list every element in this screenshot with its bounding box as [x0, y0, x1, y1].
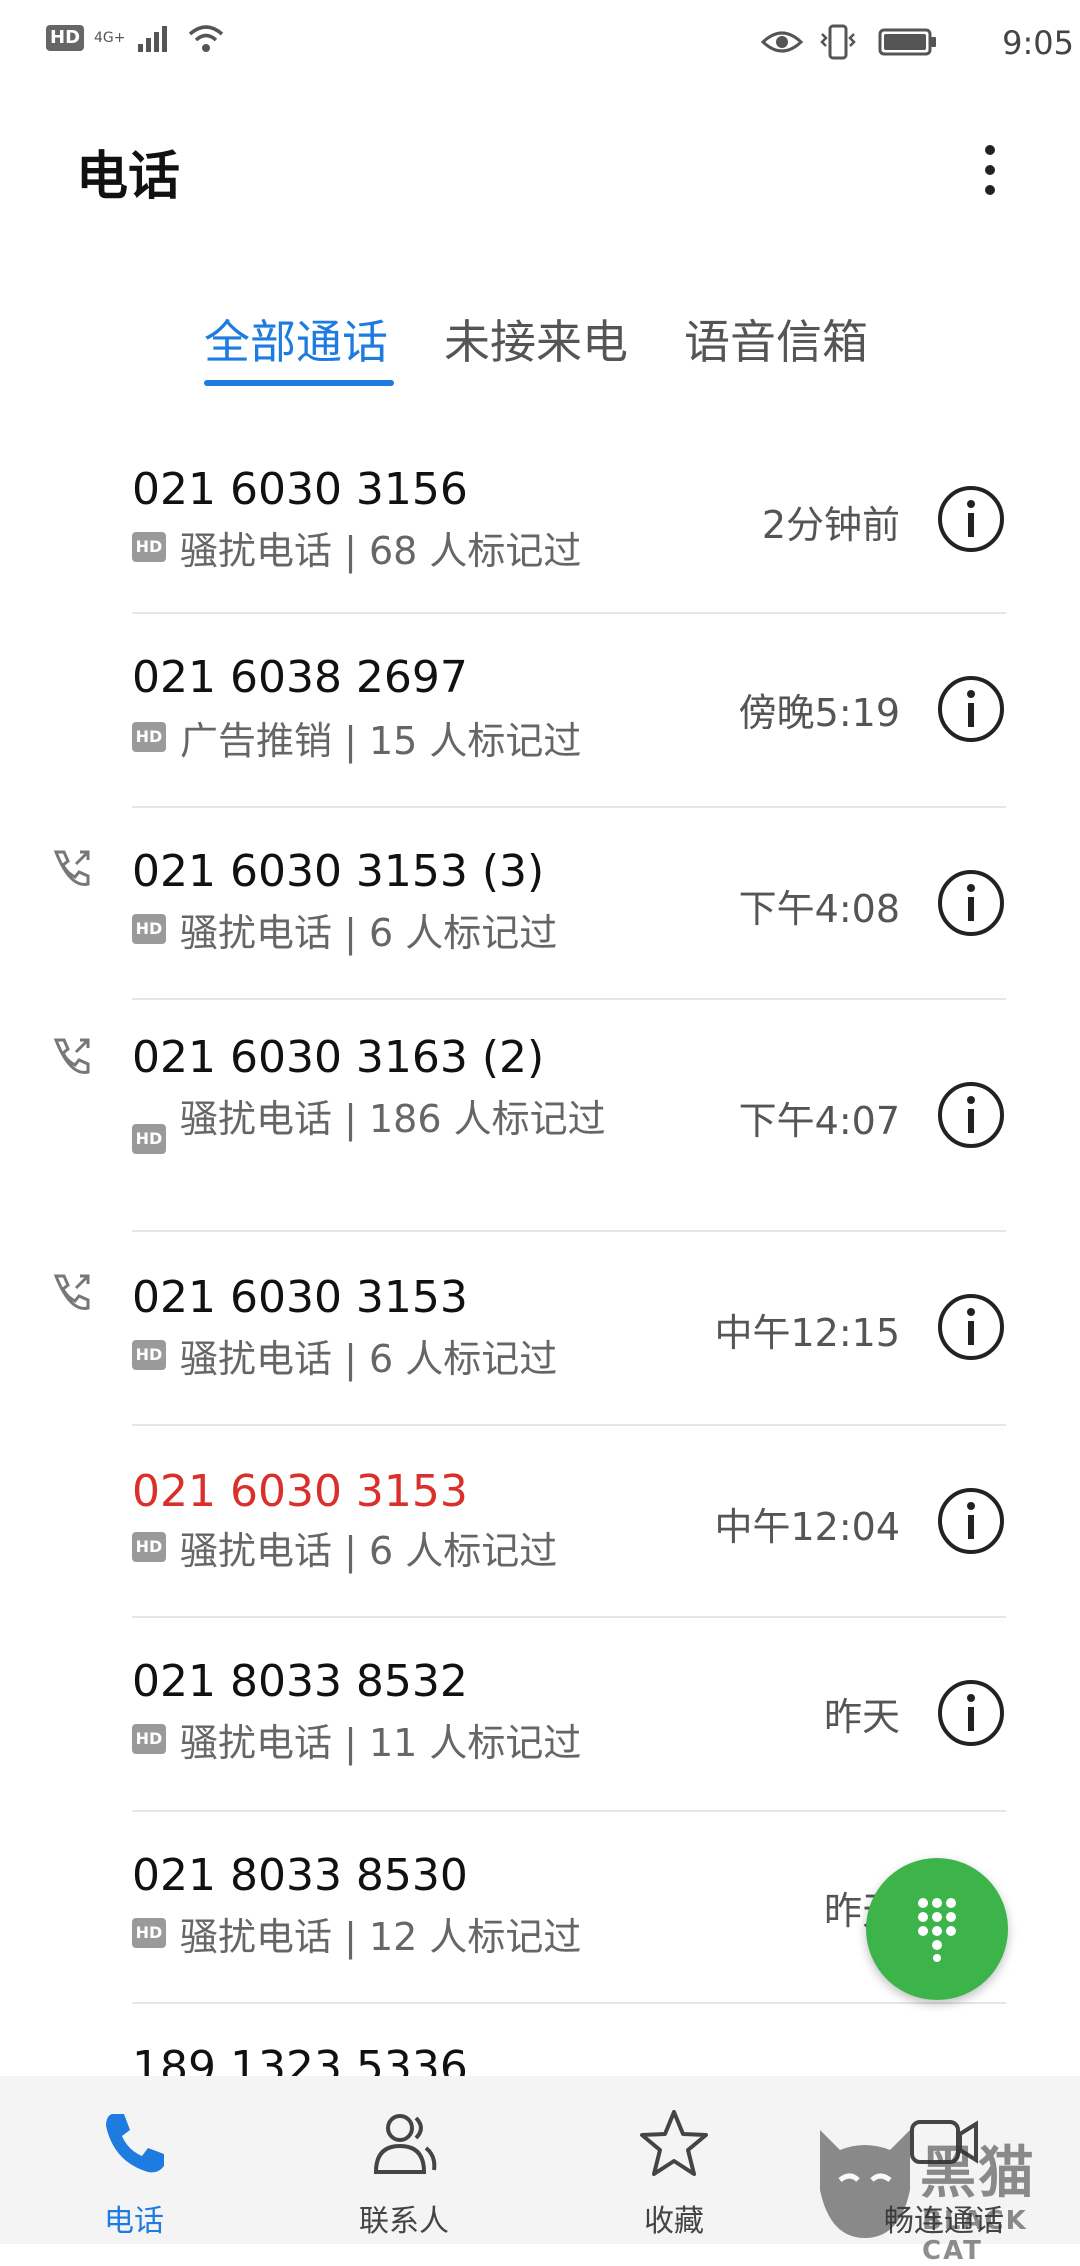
active-tab-indicator	[204, 380, 394, 386]
status-left: HD 4G+	[46, 22, 226, 54]
call-tag: HD 骚扰电话 | 12 人标记过	[132, 1910, 610, 1964]
call-row[interactable]: 021 8033 8532 HD 骚扰电话 | 11 人标记过 昨天	[0, 1618, 1080, 1812]
call-row[interactable]: 021 6030 3153 HD 骚扰电话 | 6 人标记过 中午12:04	[0, 1426, 1080, 1618]
hd-call-icon: HD	[132, 532, 166, 562]
hd-call-icon: HD	[132, 1340, 166, 1370]
nav-label: 电话	[104, 2204, 164, 2239]
battery-icon	[878, 28, 936, 56]
status-right: 9:05	[760, 20, 1080, 64]
info-icon[interactable]	[936, 868, 1006, 938]
info-icon[interactable]	[936, 1486, 1006, 1556]
tab-all-calls[interactable]: 全部通话	[204, 306, 388, 372]
call-time: 2分钟前	[761, 503, 900, 547]
call-log-list[interactable]: 021 6030 3156 HD 骚扰电话 | 68 人标记过 2分钟前 021…	[0, 424, 1080, 2093]
tab-voicemail[interactable]: 语音信箱	[684, 306, 868, 372]
nav-contacts[interactable]: 联系人	[294, 2076, 514, 2244]
call-tag-text: 骚扰电话 | 6 人标记过	[180, 911, 558, 955]
call-tag-text: 广告推销 | 15 人标记过	[180, 719, 582, 763]
call-row[interactable]: 021 6038 2697 HD 广告推销 | 15 人标记过 傍晚5:19	[0, 614, 1080, 808]
call-tag-text: 骚扰电话 | 186 人标记过	[180, 1097, 606, 1141]
nav-phone[interactable]: 电话	[24, 2076, 244, 2244]
watermark-logo: 黑猫 BLACK CAT	[810, 2120, 1080, 2266]
hd-call-icon: HD	[132, 914, 166, 944]
nav-label: 收藏	[644, 2204, 704, 2239]
phone-icon	[106, 2114, 164, 2173]
call-time: 中午12:15	[714, 1311, 900, 1355]
call-tag-text: 骚扰电话 | 12 人标记过	[180, 1915, 582, 1959]
call-time: 下午4:08	[738, 887, 900, 931]
wifi-icon	[188, 25, 223, 52]
info-icon[interactable]	[936, 674, 1006, 744]
nav-label: 联系人	[359, 2204, 449, 2239]
watermark-text: 黑猫	[920, 2141, 1036, 2206]
info-icon[interactable]	[936, 484, 1006, 554]
hd-call-icon: HD	[132, 722, 166, 752]
outgoing-call-icon	[53, 1274, 90, 1310]
call-number: 021 6030 3153	[132, 1272, 468, 1323]
call-number: 021 6038 2697	[132, 652, 468, 703]
page-title: 电话	[76, 147, 181, 207]
call-time: 中午12:04	[714, 1505, 900, 1549]
outgoing-call-icon	[53, 850, 90, 886]
hd-indicator: HD	[46, 25, 85, 51]
call-number: 021 6030 3156	[132, 464, 468, 515]
call-time: 傍晚5:19	[738, 691, 900, 735]
status-time: 9:05	[1002, 24, 1074, 62]
call-tag: HD 广告推销 | 15 人标记过	[132, 714, 610, 768]
call-number: 021 8033 8532	[132, 1656, 468, 1707]
info-icon[interactable]	[936, 1678, 1006, 1748]
call-row[interactable]: 021 6030 3153 (3) HD 骚扰电话 | 6 人标记过 下午4:0…	[0, 808, 1080, 1000]
status-bar: HD 4G+ 9:05	[0, 0, 1080, 84]
call-tag: HD 骚扰电话 | 11 人标记过	[132, 1716, 610, 1770]
watermark-subtext: BLACK CAT	[922, 2206, 1028, 2266]
call-tag: HD 骚扰电话 | 6 人标记过	[132, 906, 610, 960]
call-tag-text: 骚扰电话 | 68 人标记过	[180, 529, 582, 573]
tab-missed-calls[interactable]: 未接来电	[444, 306, 628, 372]
call-number: 021 6030 3163 (2)	[132, 1032, 545, 1083]
contacts-icon	[373, 2114, 437, 2174]
call-row[interactable]: 021 6030 3153 HD 骚扰电话 | 6 人标记过 中午12:15	[0, 1232, 1080, 1426]
network-type: 4G+	[94, 30, 126, 46]
star-icon	[640, 2110, 708, 2176]
outgoing-call-icon	[53, 1038, 90, 1074]
more-vertical-icon[interactable]	[970, 140, 1010, 200]
nav-favorites[interactable]: 收藏	[564, 2076, 784, 2244]
call-row[interactable]: 021 6030 3163 (2) HD 骚扰电话 | 186 人标记过 下午4…	[0, 1000, 1080, 1232]
dialpad-icon	[918, 1898, 956, 1962]
call-row[interactable]: 021 6030 3156 HD 骚扰电话 | 68 人标记过 2分钟前	[0, 424, 1080, 614]
hd-call-icon: HD	[132, 1124, 166, 1154]
call-tag: HD 骚扰电话 | 68 人标记过	[132, 524, 610, 578]
call-tag: HD 骚扰电话 | 186 人标记过	[132, 1092, 610, 1154]
call-tag-text: 骚扰电话 | 11 人标记过	[180, 1721, 582, 1765]
eye-comfort-icon	[760, 31, 804, 53]
info-icon[interactable]	[936, 1080, 1006, 1150]
call-number-missed: 021 6030 3153	[132, 1466, 468, 1517]
vibrate-icon	[820, 24, 856, 60]
call-tag-text: 骚扰电话 | 6 人标记过	[180, 1337, 558, 1381]
call-tag-text: 骚扰电话 | 6 人标记过	[180, 1529, 558, 1573]
call-tag: HD 骚扰电话 | 6 人标记过	[132, 1524, 610, 1578]
call-tabs: 全部通话 未接来电 语音信箱	[0, 306, 1080, 396]
hd-call-icon: HD	[132, 1532, 166, 1562]
dialpad-button[interactable]	[866, 1858, 1008, 2000]
info-icon[interactable]	[936, 1292, 1006, 1362]
call-number: 021 6030 3153 (3)	[132, 846, 545, 897]
signal-icon	[137, 26, 167, 52]
call-time: 下午4:07	[738, 1099, 900, 1143]
cat-logo-icon	[820, 2130, 910, 2238]
call-row[interactable]: 189 1323 5336	[0, 2004, 1080, 2093]
call-time: 昨天	[823, 1695, 900, 1739]
call-tag: HD 骚扰电话 | 6 人标记过	[132, 1332, 610, 1386]
hd-call-icon: HD	[132, 1918, 166, 1948]
call-number: 021 8033 8530	[132, 1850, 468, 1901]
hd-call-icon: HD	[132, 1724, 166, 1754]
